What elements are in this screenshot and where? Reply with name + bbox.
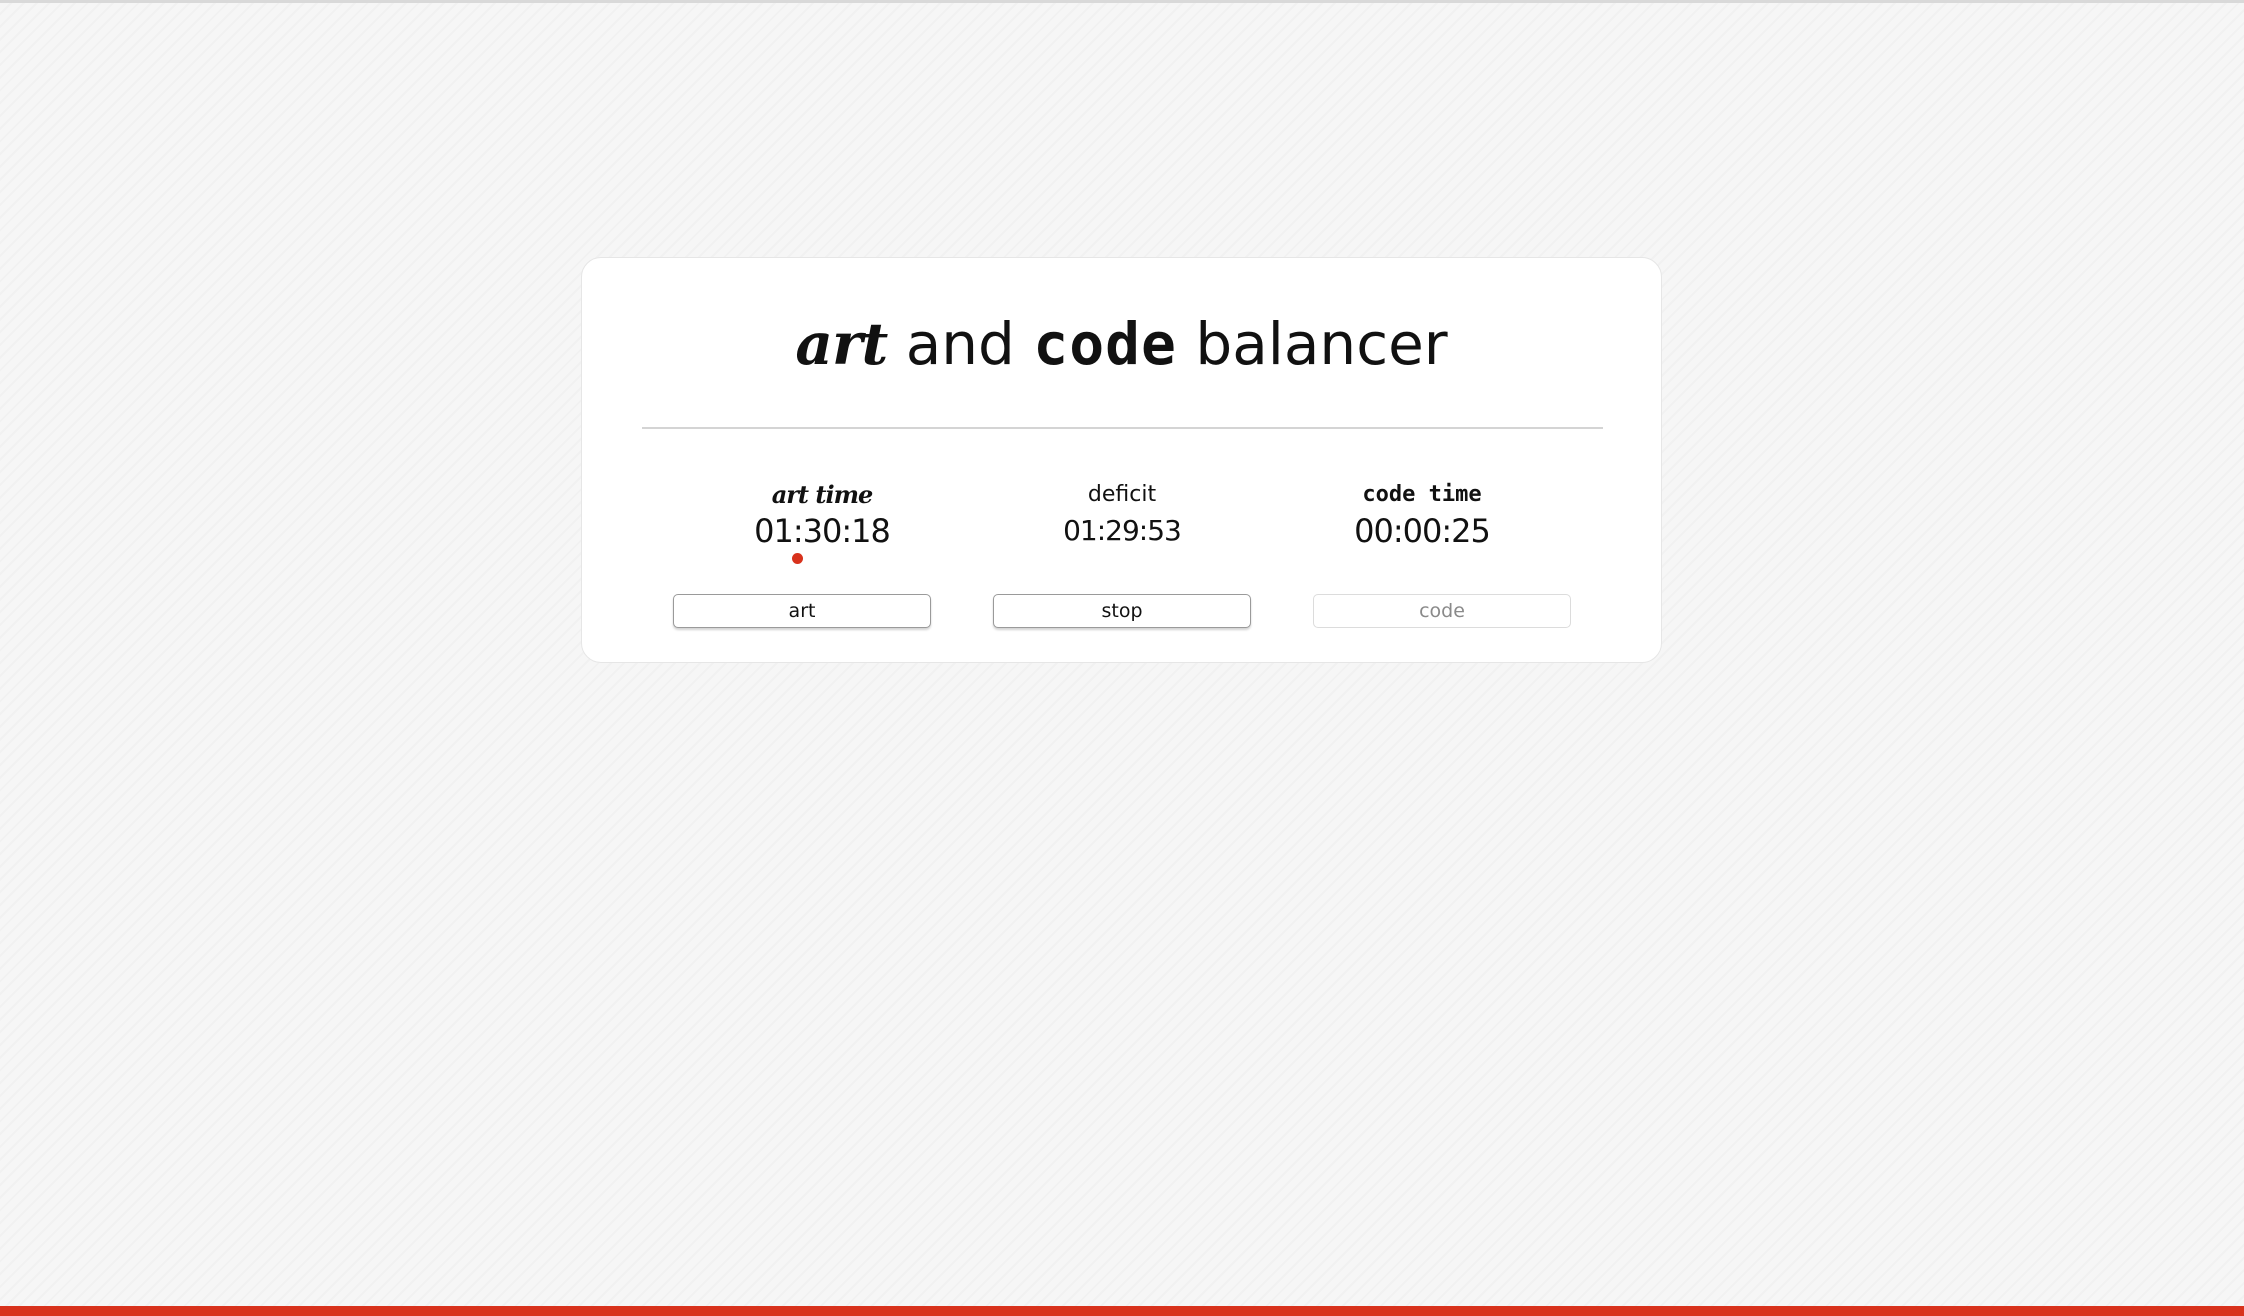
title-art-word: art xyxy=(795,310,888,378)
stop-button[interactable]: stop xyxy=(993,594,1251,628)
balancer-card: art and code balancer art time 01:30:18 … xyxy=(581,257,1662,663)
code-time-column: code time 00:00:25 xyxy=(1202,478,1642,550)
code-time-value: 00:00:25 xyxy=(1354,512,1491,550)
code-time-label: code time xyxy=(1362,482,1482,507)
title-and-word: and xyxy=(905,310,1015,378)
art-active-indicator-icon xyxy=(792,553,803,564)
code-button[interactable]: code xyxy=(1313,594,1571,628)
title-balancer-word: balancer xyxy=(1195,310,1448,378)
bottom-accent-bar xyxy=(0,1306,2244,1316)
title-divider xyxy=(642,427,1603,429)
art-button[interactable]: art xyxy=(673,594,931,628)
top-border xyxy=(0,0,2244,3)
page-title: art and code balancer xyxy=(582,304,1661,384)
title-code-word: code xyxy=(1033,310,1177,378)
